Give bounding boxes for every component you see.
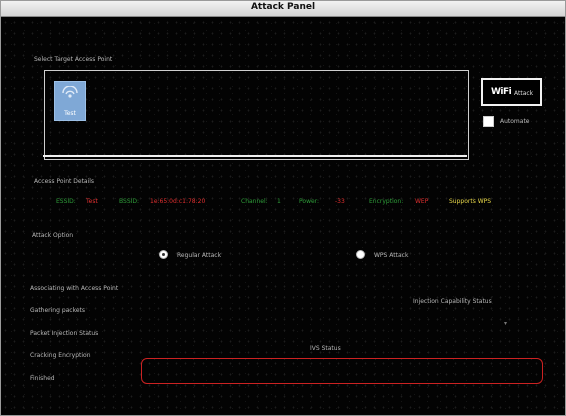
power-label: Power: [299,198,320,205]
bssid-label: BSSID: [119,198,140,205]
access-point-item[interactable]: Test [54,81,86,121]
attack-panel-window: Attack Panel Select Target Access Point … [0,0,566,416]
injection-capability-status-label: Injection Capability Status [413,298,492,305]
regular-attack-radio[interactable] [159,250,168,259]
access-point-details-label: Access Point Details [34,178,95,185]
automate-checkbox[interactable] [483,116,494,127]
bssid-value: 1e:65:0d:c1:78:20 [150,198,206,205]
divider [43,155,467,157]
chevron-down-icon: ▾ [504,320,508,327]
attack-button[interactable]: WiFi Attack [481,78,542,106]
automate-label: Automate [500,118,530,125]
channel-value: 1 [277,198,281,205]
ivs-status-label: IVS Status [310,345,341,352]
attack-option-label: Attack Option [32,232,74,239]
step-associating: Associating with Access Point [30,285,119,292]
regular-attack-label: Regular Attack [177,252,222,259]
encryption-label: Encryption: [369,198,404,205]
title-bar: Attack Panel [1,1,565,17]
access-point-name: Test [64,110,76,117]
encryption-value: WEP [415,198,429,205]
panel-content: Select Target Access Point Test WiFi Att… [1,17,565,415]
supports-wps-label: Supports WPS [449,198,492,205]
ivs-progress-bar [141,358,543,384]
wps-attack-label: WPS Attack [374,252,409,259]
wps-attack-radio[interactable] [356,250,365,259]
window-title: Attack Panel [250,2,316,12]
attack-button-label: Attack [514,90,534,97]
wifi-access-point-icon [62,86,78,98]
step-cracking-encryption: Cracking Encryption [30,352,91,359]
step-packet-injection: Packet Injection Status [30,330,99,337]
wifi-icon: WiFi [491,87,512,97]
essid-label: ESSID: [56,198,76,205]
step-gathering-packets: Gathering packets [30,307,86,314]
channel-label: Channel: [241,198,268,205]
step-finished: Finished [30,375,55,382]
essid-value: Test [86,198,98,205]
select-target-label: Select Target Access Point [34,56,113,63]
injection-status-display [366,308,516,326]
access-point-list[interactable]: Test [44,70,469,160]
power-value: -33 [335,198,345,205]
